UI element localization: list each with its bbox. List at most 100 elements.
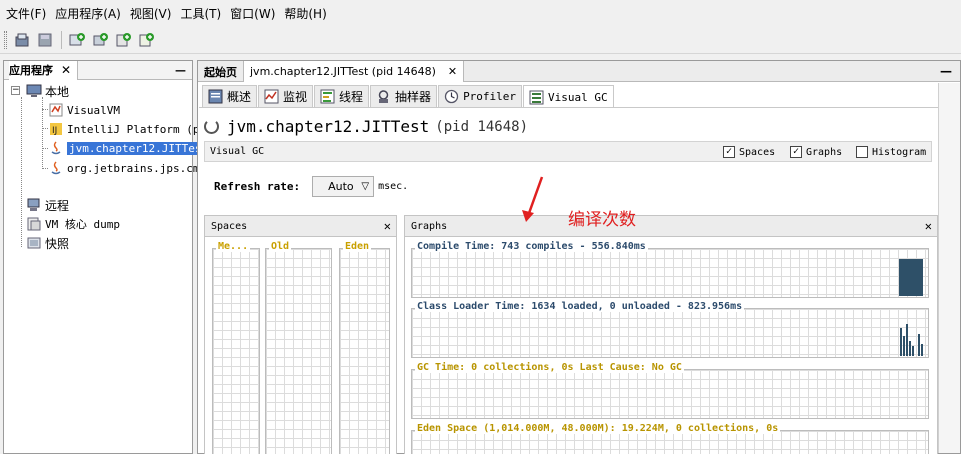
checkbox-label: Spaces bbox=[739, 146, 776, 158]
refresh-rate-label: Refresh rate: bbox=[214, 180, 301, 193]
profiler-clock-icon bbox=[444, 89, 459, 104]
tab-monitor[interactable]: 监视 bbox=[258, 85, 314, 107]
spaces-pane: Spaces ✕ Me... Old Eden bbox=[204, 215, 397, 454]
sampler-icon bbox=[378, 90, 389, 103]
tab-start-page[interactable]: 起始页 bbox=[198, 61, 244, 82]
spaces-checkbox[interactable]: ✓ Spaces bbox=[723, 146, 775, 158]
class-loader-bar bbox=[906, 324, 908, 356]
menu-tools[interactable]: 工具(T) bbox=[180, 5, 221, 22]
compile-time-graph: Compile Time: 743 compiles - 556.840ms bbox=[411, 241, 929, 298]
java-icon bbox=[51, 161, 61, 175]
document-tabs: 起始页 jvm.chapter12.JITTest (pid 14648) ✕ … bbox=[198, 61, 960, 82]
tab-label: 监视 bbox=[283, 90, 308, 104]
loading-spinner-icon bbox=[204, 119, 219, 134]
tab-jittest[interactable]: jvm.chapter12.JITTest (pid 14648) ✕ bbox=[244, 61, 465, 82]
menu-help[interactable]: 帮助(H) bbox=[284, 5, 326, 22]
menu-bar: 文件(F) 应用程序(A) 视图(V) 工具(T) 窗口(W) 帮助(H) bbox=[0, 0, 961, 26]
class-loader-bar bbox=[900, 328, 902, 356]
tab-overview[interactable]: 概述 bbox=[202, 85, 258, 107]
menu-view[interactable]: 视图(V) bbox=[130, 5, 172, 22]
close-icon[interactable]: ✕ bbox=[384, 219, 391, 233]
graphs-pane-title: Graphs bbox=[411, 220, 448, 232]
save-snapshot-icon[interactable] bbox=[36, 31, 54, 49]
computer-icon bbox=[26, 84, 42, 97]
add-jmx-connection-icon[interactable] bbox=[68, 31, 86, 49]
tree-guide bbox=[42, 97, 43, 169]
applications-panel-header: 应用程序 ✕ — bbox=[4, 60, 192, 80]
open-file-icon[interactable] bbox=[13, 31, 31, 49]
compile-time-bar bbox=[899, 259, 923, 296]
histogram-checkbox[interactable]: Histogram bbox=[856, 146, 926, 158]
tab-label: 抽样器 bbox=[395, 90, 432, 104]
refresh-rate-value: Auto bbox=[328, 180, 354, 193]
close-icon[interactable]: ✕ bbox=[925, 219, 932, 233]
spaces-pane-title: Spaces bbox=[211, 220, 248, 232]
tree-node-remote[interactable]: 远程 bbox=[26, 196, 69, 214]
tab-threads[interactable]: 线程 bbox=[314, 85, 370, 107]
class-loader-time-bars bbox=[900, 324, 923, 356]
annotation-arrow-icon bbox=[522, 176, 544, 222]
intellij-icon: IJ bbox=[50, 123, 62, 136]
chevron-down-icon: ▽ bbox=[361, 181, 370, 192]
minimize-icon[interactable]: — bbox=[940, 64, 952, 78]
tab-visual-gc[interactable]: Visual GC bbox=[523, 85, 614, 108]
add-snapshot-icon[interactable] bbox=[137, 31, 155, 49]
core-dump-icon bbox=[27, 217, 41, 231]
process-pid: (pid 14648) bbox=[435, 118, 529, 135]
applications-tab-label: 应用程序 bbox=[9, 64, 53, 77]
vertical-scrollbar[interactable] bbox=[938, 83, 960, 453]
visualvm-icon bbox=[49, 103, 63, 117]
tab-label: jvm.chapter12.JITTest (pid 14648) bbox=[250, 65, 436, 78]
tree-node-vm-dump[interactable]: VM 核心 dump bbox=[26, 215, 120, 233]
tree-node-local[interactable]: 本地 bbox=[26, 82, 69, 100]
tree-label: IntelliJ Platform (pi bbox=[67, 122, 207, 136]
collapse-toggle[interactable]: − bbox=[11, 86, 20, 95]
snapshot-icon bbox=[27, 237, 41, 249]
add-remote-host-icon[interactable] bbox=[91, 31, 109, 49]
refresh-rate-select[interactable]: Auto ▽ bbox=[312, 176, 375, 197]
tab-applications[interactable]: 应用程序 ✕ bbox=[9, 60, 79, 80]
space-column-old: Old bbox=[265, 241, 332, 454]
java-icon bbox=[51, 141, 61, 155]
visual-gc-icon bbox=[529, 90, 544, 104]
menu-file[interactable]: 文件(F) bbox=[6, 5, 46, 22]
close-icon[interactable]: ✕ bbox=[61, 63, 71, 77]
graphs-pane-header: Graphs ✕ bbox=[405, 216, 937, 237]
spaces-pane-header: Spaces ✕ bbox=[205, 216, 396, 237]
visual-gc-content: jvm.chapter12.JITTest (pid 14648) Visual… bbox=[199, 107, 939, 454]
gc-time-graph: GC Time: 0 collections, 0s Last Cause: N… bbox=[411, 362, 929, 419]
compile-time-bars bbox=[899, 259, 923, 296]
space-column-label: Eden bbox=[343, 241, 372, 252]
tab-label: Visual GC bbox=[548, 90, 608, 104]
tree-node-visualvm[interactable]: VisualVM bbox=[48, 101, 120, 119]
tree-node-intellij[interactable]: IJ IntelliJ Platform (pi bbox=[48, 120, 206, 138]
remote-host-icon bbox=[27, 198, 40, 211]
menu-window[interactable]: 窗口(W) bbox=[230, 5, 275, 22]
tree-node-jps[interactable]: org.jetbrains.jps.cmd bbox=[48, 159, 206, 177]
add-core-dump-icon[interactable] bbox=[114, 31, 132, 49]
tab-label: 概述 bbox=[227, 90, 252, 104]
tab-sampler[interactable]: 抽样器 bbox=[370, 85, 438, 107]
toolbar-separator bbox=[61, 30, 62, 49]
tree-label: VisualVM bbox=[67, 103, 120, 117]
close-icon[interactable]: ✕ bbox=[448, 65, 457, 78]
toolbar-grip[interactable] bbox=[4, 30, 7, 49]
tree-node-jitttest[interactable]: jvm.chapter12.JITTest bbox=[48, 139, 211, 157]
svg-text:IJ: IJ bbox=[52, 126, 57, 136]
tree-label: org.jetbrains.jps.cmd bbox=[67, 161, 207, 175]
graph-label: Class Loader Time: 1634 loaded, 0 unload… bbox=[415, 301, 745, 312]
graphs-pane: Graphs ✕ Compile Time: 743 compiles - 55… bbox=[404, 215, 938, 454]
checkbox-checked-icon: ✓ bbox=[723, 146, 735, 158]
checkbox-unchecked-icon bbox=[856, 146, 868, 158]
menu-application[interactable]: 应用程序(A) bbox=[55, 5, 121, 22]
refresh-rate-row: Refresh rate: Auto ▽ msec. bbox=[214, 176, 408, 197]
minimize-icon[interactable]: — bbox=[175, 64, 186, 77]
monitor-icon bbox=[264, 89, 279, 104]
space-column-metaspace: Me... bbox=[212, 241, 260, 454]
graphs-checkbox[interactable]: ✓ Graphs bbox=[790, 146, 842, 158]
tab-profiler[interactable]: Profiler bbox=[438, 85, 523, 107]
tab-label: 线程 bbox=[339, 90, 364, 104]
tree-node-snapshot[interactable]: 快照 bbox=[26, 234, 69, 252]
class-loader-bar bbox=[918, 334, 920, 356]
graph-label: Compile Time: 743 compiles - 556.840ms bbox=[415, 241, 648, 252]
